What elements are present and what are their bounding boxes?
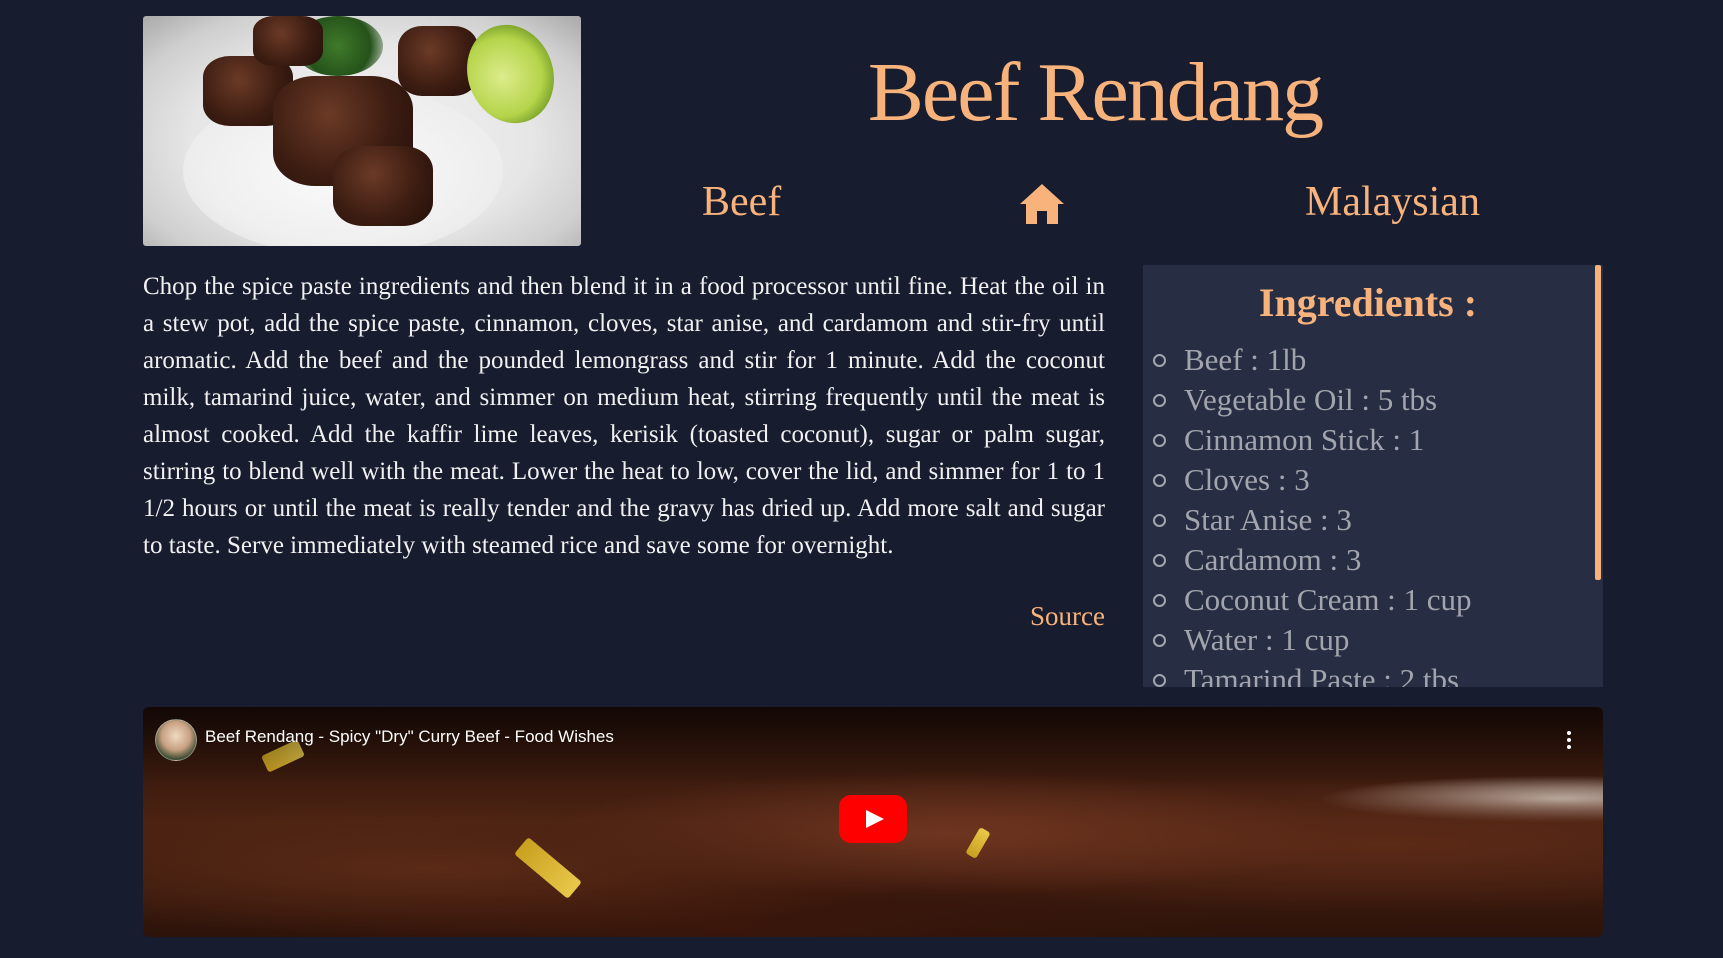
scrollbar[interactable] <box>1593 265 1603 687</box>
video-title[interactable]: Beef Rendang - Spicy "Dry" Curry Beef - … <box>205 727 614 747</box>
ingredient-text: Beef : 1lb <box>1184 342 1307 377</box>
bullet-icon <box>1153 394 1166 408</box>
bullet-icon <box>1153 434 1166 448</box>
youtube-video-embed[interactable]: Beef Rendang - Spicy "Dry" Curry Beef - … <box>143 707 1603 937</box>
ingredient-text: Coconut Cream : 1 cup <box>1184 582 1472 617</box>
pepper-piece <box>965 827 991 859</box>
scrollbar-thumb[interactable] <box>1595 265 1601 580</box>
bullet-icon <box>1153 474 1166 488</box>
bullet-icon <box>1153 554 1166 568</box>
beef-chunk <box>398 26 478 96</box>
ingredient-text: Cloves : 3 <box>1184 462 1310 497</box>
ingredient-text: Cardamom : 3 <box>1184 542 1362 577</box>
list-item: Tamarind Paste : 2 tbs <box>1153 660 1472 687</box>
list-item: Cardamom : 3 <box>1153 540 1472 580</box>
ingredients-title: Ingredients : <box>1258 280 1478 325</box>
ingredient-text: Star Anise : 3 <box>1184 502 1352 537</box>
ingredients-list: Beef : 1lb Vegetable Oil : 5 tbs Cinnamo… <box>1153 340 1472 687</box>
list-item: Coconut Cream : 1 cup <box>1153 580 1472 620</box>
list-item: Star Anise : 3 <box>1153 500 1472 540</box>
recipe-instructions: Chop the spice paste ingredients and the… <box>143 273 1105 559</box>
recipe-image <box>143 16 581 246</box>
bullet-icon <box>1153 514 1166 528</box>
list-item: Beef : 1lb <box>1153 340 1472 380</box>
bullet-icon <box>1153 674 1166 687</box>
area-link[interactable]: Malaysian <box>1305 178 1480 226</box>
category-link[interactable]: Beef <box>702 178 781 226</box>
channel-avatar[interactable] <box>155 719 197 761</box>
list-item: Cloves : 3 <box>1153 460 1472 500</box>
list-item: Vegetable Oil : 5 tbs <box>1153 380 1472 420</box>
bullet-icon <box>1153 634 1166 648</box>
ingredient-text: Tamarind Paste : 2 tbs <box>1184 662 1460 687</box>
ingredient-text: Cinnamon Stick : 1 <box>1184 422 1425 457</box>
bullet-icon <box>1153 354 1166 368</box>
more-vertical-icon[interactable] <box>1567 731 1571 749</box>
source-link[interactable]: Source <box>1030 601 1105 632</box>
ingredient-text: Vegetable Oil : 5 tbs <box>1184 382 1438 417</box>
list-item: Cinnamon Stick : 1 <box>1153 420 1472 460</box>
beef-chunk <box>253 16 323 66</box>
video-top-shade <box>143 707 1603 787</box>
play-icon[interactable] <box>839 795 907 843</box>
ingredients-panel[interactable]: Ingredients : Beef : 1lb Vegetable Oil :… <box>1143 265 1603 687</box>
ingredient-text: Water : 1 cup <box>1184 622 1350 657</box>
bullet-icon <box>1153 594 1166 608</box>
pepper-piece <box>514 837 582 899</box>
page-title: Beef Rendang <box>867 46 1324 139</box>
list-item: Water : 1 cup <box>1153 620 1472 660</box>
home-icon[interactable] <box>1018 182 1066 226</box>
beef-chunk <box>333 146 433 226</box>
